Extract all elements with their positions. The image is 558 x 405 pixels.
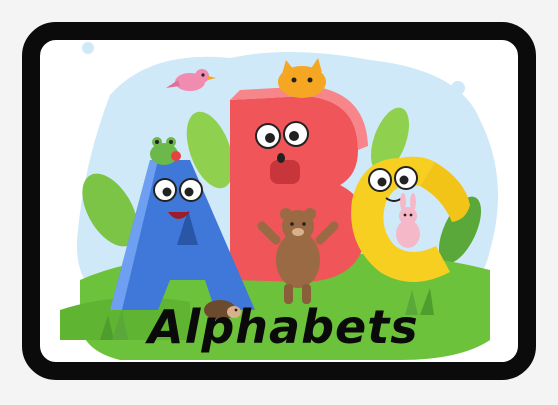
alphabet-card[interactable]: Alphabets [22,22,536,380]
sky-dot [451,81,465,95]
sky-dot [82,42,94,54]
card-title: Alphabets [148,300,419,354]
